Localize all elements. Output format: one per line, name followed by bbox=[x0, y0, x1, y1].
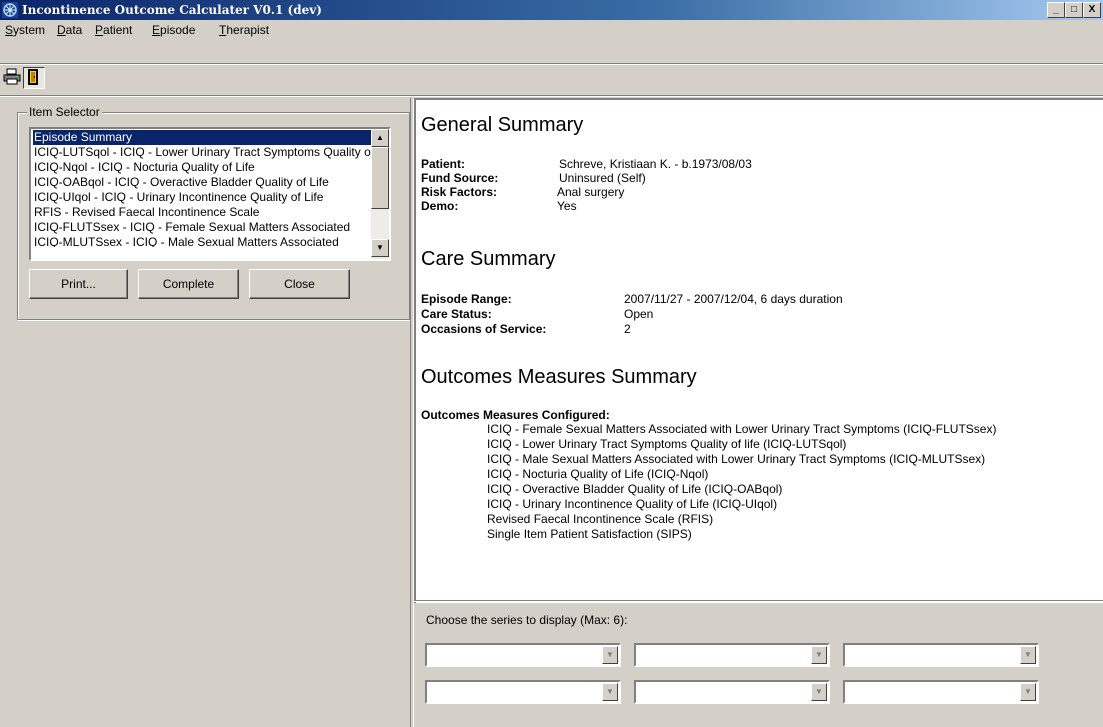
toolbar-separator bbox=[0, 95, 1103, 97]
patient-label: Patient: bbox=[421, 157, 466, 171]
episode-range-value: 2007/11/27 - 2007/12/04, 6 days duration bbox=[624, 292, 843, 306]
close-window-button[interactable]: X bbox=[1083, 2, 1101, 18]
menu-therapist-label: herapist bbox=[226, 23, 270, 37]
demo-label: Demo: bbox=[421, 199, 459, 213]
fund-source-label: Fund Source: bbox=[421, 171, 499, 185]
scroll-down-button[interactable]: ▼ bbox=[371, 239, 389, 257]
series-combo-4[interactable]: ▼ bbox=[425, 680, 621, 704]
care-status-label: Care Status: bbox=[421, 307, 492, 321]
maximize-button[interactable]: □ bbox=[1065, 2, 1083, 18]
occasions-value: 2 bbox=[624, 322, 631, 336]
menu-bar: System Data Patient Episode Therapist bbox=[0, 20, 1103, 40]
complete-button[interactable]: Complete bbox=[138, 269, 239, 299]
title-bar[interactable]: Incontinence Outcome Calculater V0.1 (de… bbox=[0, 0, 1103, 20]
print-toolbar-button[interactable] bbox=[2, 67, 22, 87]
menu-system-label: ystem bbox=[13, 23, 46, 37]
general-summary-heading: General Summary bbox=[421, 114, 584, 136]
list-item[interactable]: ICIQ-OABqol - ICIQ - Overactive Bladder … bbox=[33, 175, 372, 190]
outcome-measure-item: Single Item Patient Satisfaction (SIPS) bbox=[487, 527, 692, 541]
patient-value: Schreve, Kristiaan K. - b.1973/08/03 bbox=[559, 157, 752, 171]
chevron-down-icon[interactable]: ▼ bbox=[602, 683, 618, 701]
window-title: Incontinence Outcome Calculater V0.1 (de… bbox=[22, 3, 322, 17]
list-item[interactable]: ICIQ-Nqol - ICIQ - Nocturia Quality of L… bbox=[33, 160, 372, 175]
series-combo-2[interactable]: ▼ bbox=[634, 643, 830, 667]
list-item[interactable]: ICIQ-FLUTSsex - ICIQ - Female Sexual Mat… bbox=[33, 220, 372, 235]
close-button[interactable]: Close bbox=[249, 269, 350, 299]
print-button[interactable]: Print... bbox=[29, 269, 128, 299]
care-status-value: Open bbox=[624, 307, 654, 321]
series-combo-6[interactable]: ▼ bbox=[843, 680, 1039, 704]
printer-icon bbox=[2, 68, 22, 90]
episode-range-label: Episode Range: bbox=[421, 292, 512, 306]
menu-episode-mnemonic: E bbox=[152, 23, 161, 37]
menu-separator bbox=[0, 63, 1103, 65]
menu-system-mnemonic: S bbox=[5, 23, 14, 37]
chevron-down-icon[interactable]: ▼ bbox=[602, 646, 618, 664]
menu-patient-label: atient bbox=[103, 23, 133, 37]
outcomes-configured-label: Outcomes Measures Configured: bbox=[421, 408, 610, 422]
outcome-measure-item: ICIQ - Nocturia Quality of Life (ICIQ-Nq… bbox=[487, 467, 709, 481]
menu-data-label: ata bbox=[65, 23, 83, 37]
door-toolbar-button[interactable] bbox=[23, 67, 45, 89]
scroll-up-button[interactable]: ▲ bbox=[371, 129, 389, 147]
series-combo-1[interactable]: ▼ bbox=[425, 643, 621, 667]
menu-system[interactable]: System bbox=[5, 23, 45, 37]
menu-patient[interactable]: Patient bbox=[95, 23, 132, 37]
chevron-down-icon[interactable]: ▼ bbox=[811, 646, 827, 664]
menu-data-mnemonic: D bbox=[57, 23, 66, 37]
item-selector-label: Item Selector bbox=[27, 105, 102, 119]
series-combo-5[interactable]: ▼ bbox=[634, 680, 830, 704]
chevron-down-icon[interactable]: ▼ bbox=[1020, 683, 1036, 701]
list-scrollbar[interactable]: ▲ ▼ bbox=[371, 129, 389, 259]
series-label: Choose the series to display (Max: 6): bbox=[426, 613, 628, 627]
scroll-thumb[interactable] bbox=[371, 147, 389, 209]
care-summary-heading: Care Summary bbox=[421, 248, 556, 270]
menu-therapist[interactable]: Therapist bbox=[219, 23, 269, 37]
menu-patient-mnemonic: P bbox=[95, 23, 104, 37]
risk-factors-label: Risk Factors: bbox=[421, 185, 498, 199]
list-item[interactable]: ICIQ-UIqol - ICIQ - Urinary Incontinence… bbox=[33, 190, 372, 205]
menu-episode[interactable]: Episode bbox=[152, 23, 195, 37]
menu-episode-label: pisode bbox=[160, 23, 196, 37]
occasions-label: Occasions of Service: bbox=[421, 322, 547, 336]
list-item[interactable]: ICIQ-LUTSqol - ICIQ - Lower Urinary Trac… bbox=[33, 145, 372, 160]
outcome-measure-item: ICIQ - Female Sexual Matters Associated … bbox=[487, 422, 997, 436]
door-icon bbox=[24, 69, 42, 89]
risk-factors-value: Anal surgery bbox=[557, 185, 625, 199]
app-icon bbox=[2, 2, 18, 18]
outcomes-summary-heading: Outcomes Measures Summary bbox=[421, 366, 697, 388]
outcome-measure-item: ICIQ - Male Sexual Matters Associated wi… bbox=[487, 452, 986, 466]
chevron-down-icon[interactable]: ▼ bbox=[811, 683, 827, 701]
fund-source-value: Uninsured (Self) bbox=[559, 171, 646, 185]
item-selector-list[interactable]: Episode Summary ICIQ-LUTSqol - ICIQ - Lo… bbox=[29, 127, 391, 261]
demo-value: Yes bbox=[557, 199, 577, 213]
series-separator bbox=[414, 600, 1103, 602]
list-item[interactable]: ICIQ-MLUTSsex - ICIQ - Male Sexual Matte… bbox=[33, 235, 372, 247]
series-combo-3[interactable]: ▼ bbox=[843, 643, 1039, 667]
outcome-measure-item: ICIQ - Urinary Incontinence Quality of L… bbox=[487, 497, 778, 511]
outcome-measure-item: ICIQ - Overactive Bladder Quality of Lif… bbox=[487, 482, 783, 496]
menu-data[interactable]: Data bbox=[57, 23, 82, 37]
minimize-button[interactable]: _ bbox=[1047, 2, 1065, 18]
outcome-measure-item: Revised Faecal Incontinence Scale (RFIS) bbox=[487, 512, 714, 526]
chevron-down-icon[interactable]: ▼ bbox=[1020, 646, 1036, 664]
list-item[interactable]: RFIS - Revised Faecal Incontinence Scale bbox=[33, 205, 372, 220]
outcome-measure-item: ICIQ - Lower Urinary Tract Symptoms Qual… bbox=[487, 437, 847, 451]
list-item-episode-summary[interactable]: Episode Summary bbox=[33, 130, 372, 145]
